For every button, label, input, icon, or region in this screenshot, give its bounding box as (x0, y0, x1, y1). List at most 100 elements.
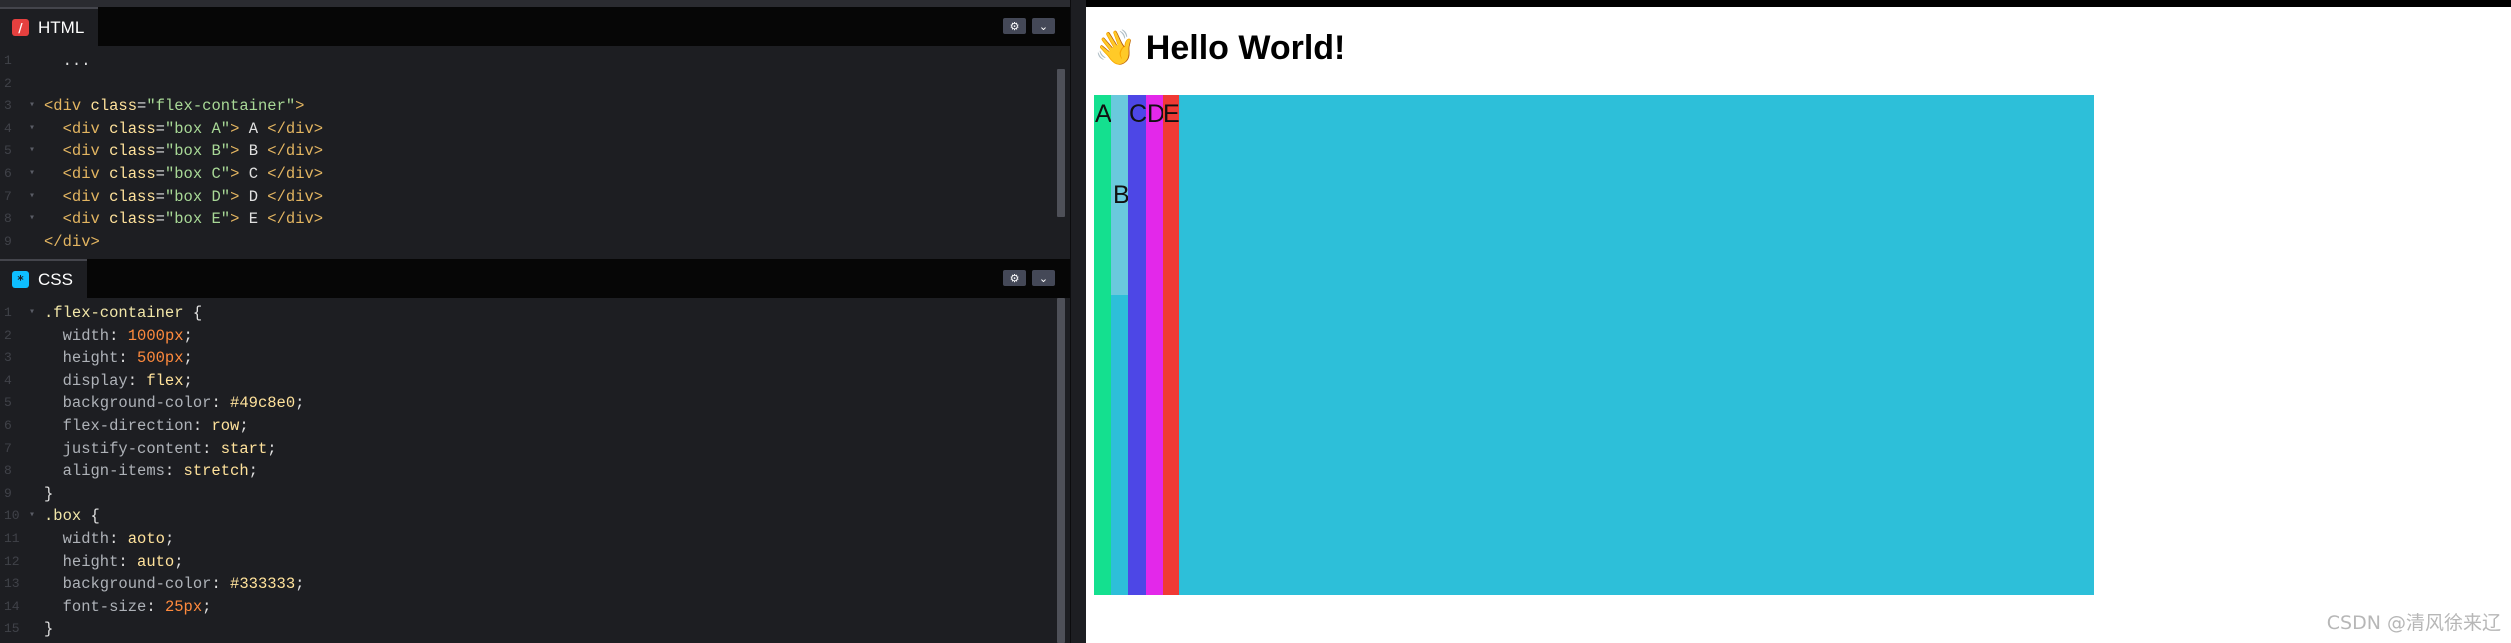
code-text: font-size: 25px; (44, 597, 212, 616)
css-code-line[interactable]: 3 height: 500px; (0, 347, 1055, 369)
code-text: <div class="box D"> D </div> (44, 187, 324, 206)
page-heading-text: Hello World! (1145, 29, 1346, 67)
line-number: 9 (4, 485, 12, 501)
line-number: 3 (4, 350, 12, 366)
code-text: background-color: #49c8e0; (44, 394, 305, 413)
css-pane-header: * CSS ⚙ ⌄ (0, 259, 1070, 298)
fold-arrow-icon[interactable]: ▾ (29, 140, 35, 162)
fold-arrow-icon[interactable]: ▾ (29, 302, 35, 324)
html-code-line[interactable]: 4 ▾ <div class="box A"> A </div> (0, 118, 1055, 140)
html-code-line[interactable]: 6 ▾ <div class="box C"> C </div> (0, 163, 1055, 185)
gear-icon: ⚙ (1009, 271, 1020, 285)
css-code-line[interactable]: 6 flex-direction: row; (0, 415, 1055, 437)
css-code-line[interactable]: 14 font-size: 25px; (0, 596, 1055, 618)
html-collapse-button[interactable]: ⌄ (1032, 18, 1055, 34)
html-editor-pane: / HTML ⚙ ⌄ 1 ... 2 3 ▾ <div class="flex-cont… (0, 7, 1070, 257)
flex-box-label: C (1129, 100, 1148, 128)
html-code-editor[interactable]: 1 ... 2 3 ▾ <div class="flex-container"> 4 ▾ <… (0, 46, 1055, 257)
code-text: .box { (44, 507, 100, 526)
line-number: 9 (4, 233, 12, 249)
fold-arrow-icon[interactable]: ▾ (29, 208, 35, 230)
line-number: 15 (4, 621, 20, 637)
line-number: 4 (4, 372, 12, 388)
line-number: 2 (4, 327, 12, 343)
html-settings-button[interactable]: ⚙ (1003, 18, 1026, 34)
tab-html-label: HTML (38, 17, 85, 37)
line-number: 3 (4, 98, 12, 114)
flex-box-e: E (1163, 95, 1180, 595)
html-code-line[interactable]: 1 ... (0, 50, 1055, 72)
html-code-line[interactable]: 3 ▾ <div class="flex-container"> (0, 95, 1055, 117)
css-code-line[interactable]: 2 width: 1000px; (0, 325, 1055, 347)
css-code-line[interactable]: 1 ▾ .flex-container { (0, 302, 1055, 324)
code-text: <div class="box A"> A </div> (44, 119, 324, 138)
line-number: 7 (4, 188, 12, 204)
fold-arrow-icon[interactable]: ▾ (29, 186, 35, 208)
line-number: 13 (4, 576, 20, 592)
css-code-line[interactable]: 5 background-color: #49c8e0; (0, 392, 1055, 414)
css-code-line[interactable]: 12 height: auto; (0, 551, 1055, 573)
line-number: 10 (4, 508, 20, 524)
waving-hand-icon: 👋 (1094, 29, 1137, 67)
line-number: 11 (4, 531, 20, 546)
line-number: 7 (4, 440, 12, 456)
css-logo-icon: * (12, 271, 29, 288)
code-text: width: 1000px; (44, 326, 193, 345)
html-code-line[interactable]: 9 </div> (0, 231, 1055, 253)
html-code-line[interactable]: 8 ▾ <div class="box E"> E </div> (0, 208, 1055, 230)
css-code-line[interactable]: 13 background-color: #333333; (0, 573, 1055, 595)
css-code-line[interactable]: 11 width: aoto; (0, 528, 1055, 550)
css-editor-scrollbar[interactable] (1057, 298, 1065, 643)
code-text: display: flex; (44, 371, 193, 390)
line-number: 8 (4, 211, 12, 227)
preview-top-bar (1086, 0, 2511, 7)
line-number: 6 (4, 166, 12, 181)
css-code-line[interactable]: 4 display: flex; (0, 370, 1055, 392)
tab-css[interactable]: * CSS (0, 259, 87, 298)
html-code-line[interactable]: 2 (0, 73, 1055, 95)
code-text: width: aoto; (44, 530, 175, 548)
html-code-line[interactable]: 5 ▾ <div class="box B"> B </div> (0, 140, 1055, 162)
css-code-line[interactable]: 8 align-items: stretch; (0, 460, 1055, 482)
line-number: 5 (4, 395, 12, 411)
code-text: align-items: stretch; (44, 462, 258, 481)
tab-css-label: CSS (38, 269, 73, 289)
code-text: } (44, 484, 54, 503)
html-pane-header: / HTML ⚙ ⌄ (0, 7, 1070, 46)
chevron-down-icon: ⌄ (1038, 271, 1049, 285)
css-editor-pane: * CSS ⚙ ⌄ 1 ▾ .flex-container { 2 width: 10… (0, 259, 1070, 643)
gear-icon: ⚙ (1009, 19, 1020, 33)
flex-box-label: A (1095, 100, 1112, 128)
css-code-line[interactable]: 7 justify-content: start; (0, 438, 1055, 460)
css-settings-button[interactable]: ⚙ (1003, 270, 1026, 286)
html-code-line[interactable]: 7 ▾ <div class="box D"> D </div> (0, 186, 1055, 208)
line-number: 1 (4, 53, 12, 68)
fold-arrow-icon[interactable]: ▾ (29, 505, 35, 527)
code-text: </div> (44, 232, 100, 251)
css-code-line[interactable]: 15} (0, 618, 1055, 640)
code-text: height: auto; (44, 552, 184, 571)
css-code-line[interactable]: 9} (0, 483, 1055, 505)
flex-box-c: C (1128, 95, 1148, 595)
code-text: <div class="flex-container"> (44, 97, 305, 116)
html-editor-scrollbar[interactable] (1057, 69, 1065, 217)
css-collapse-button[interactable]: ⌄ (1032, 270, 1055, 286)
tab-html[interactable]: / HTML (0, 7, 99, 46)
flex-box-d: D (1146, 95, 1165, 595)
code-text: <div class="box E"> E </div> (44, 210, 324, 229)
fold-arrow-icon[interactable]: ▾ (29, 118, 35, 140)
line-number: 5 (4, 143, 12, 159)
screen: / HTML ⚙ ⌄ 1 ... 2 3 ▾ <div class="flex-cont… (0, 0, 2511, 643)
css-code-line[interactable]: 10 ▾ .box { (0, 505, 1055, 527)
line-number: 1 (4, 305, 12, 320)
fold-arrow-icon[interactable]: ▾ (29, 95, 35, 117)
code-text: <div class="box C"> C </div> (44, 165, 324, 183)
code-text: <div class="box B"> B </div> (44, 142, 324, 161)
code-text: ... (44, 52, 91, 70)
fold-arrow-icon[interactable]: ▾ (29, 163, 35, 185)
line-number: 6 (4, 418, 12, 433)
css-code-editor[interactable]: 1 ▾ .flex-container {2 width: 1000px; 3 hei… (0, 298, 1055, 643)
code-text: .flex-container { (44, 304, 203, 322)
code-text: } (44, 620, 54, 639)
flex-box-label: E (1163, 100, 1180, 128)
